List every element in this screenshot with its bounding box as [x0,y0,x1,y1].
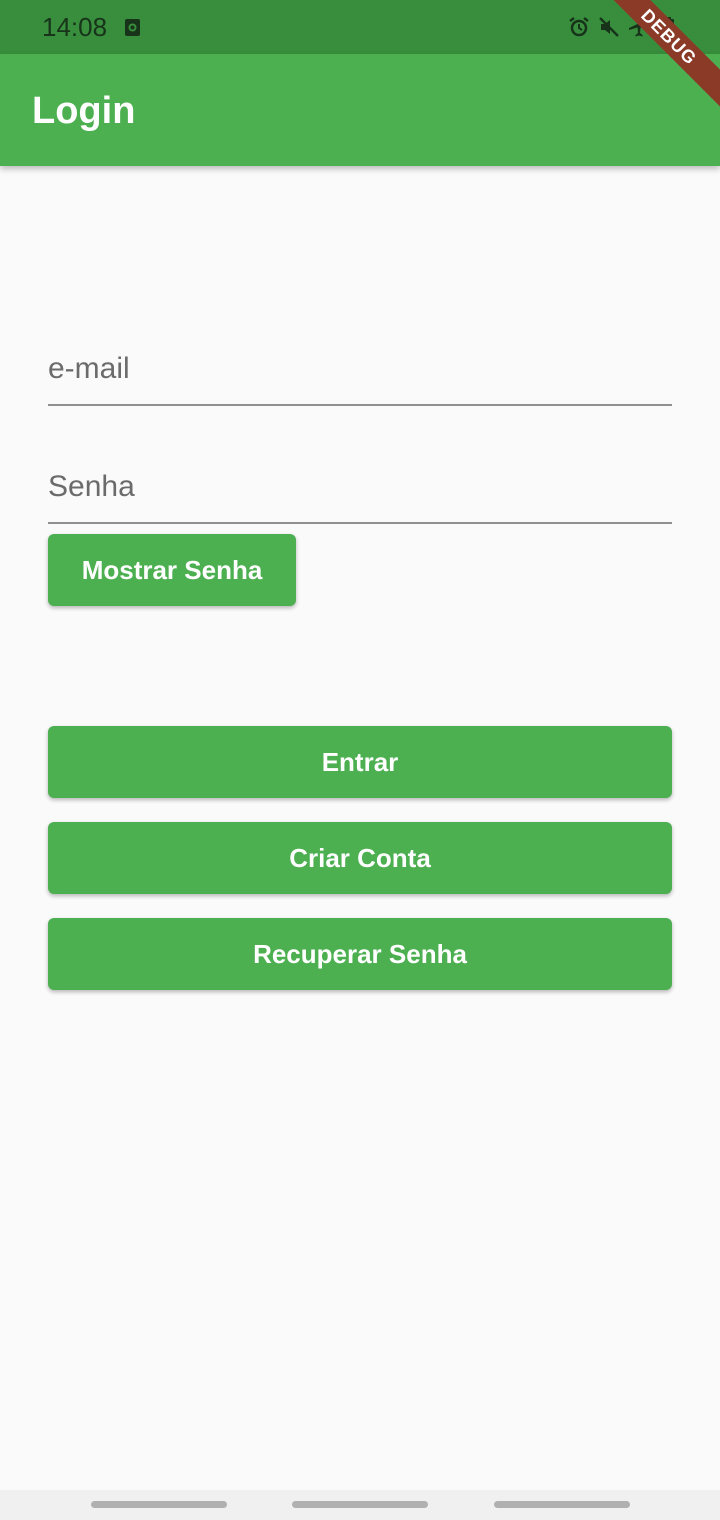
show-password-button[interactable]: Mostrar Senha [48,534,296,606]
sim-card-icon [125,19,140,36]
email-field[interactable] [48,334,672,404]
nav-home-handle[interactable] [292,1501,428,1508]
email-field-container [48,332,672,406]
create-account-button[interactable]: Criar Conta [48,822,672,894]
page-title: Login [32,90,136,132]
nav-back-handle[interactable] [494,1501,630,1508]
password-field-container [48,450,672,524]
navigation-bar [0,1490,720,1520]
status-time: 14:08 [42,12,108,42]
login-button[interactable]: Entrar [48,726,672,798]
recover-password-button[interactable]: Recuperar Senha [48,918,672,990]
alarm-icon [568,16,590,38]
nav-recents-handle[interactable] [91,1501,227,1508]
status-bar: 14:08 [0,0,720,54]
app-bar: Login [0,54,720,166]
password-field[interactable] [48,452,672,522]
mute-icon [598,16,620,38]
